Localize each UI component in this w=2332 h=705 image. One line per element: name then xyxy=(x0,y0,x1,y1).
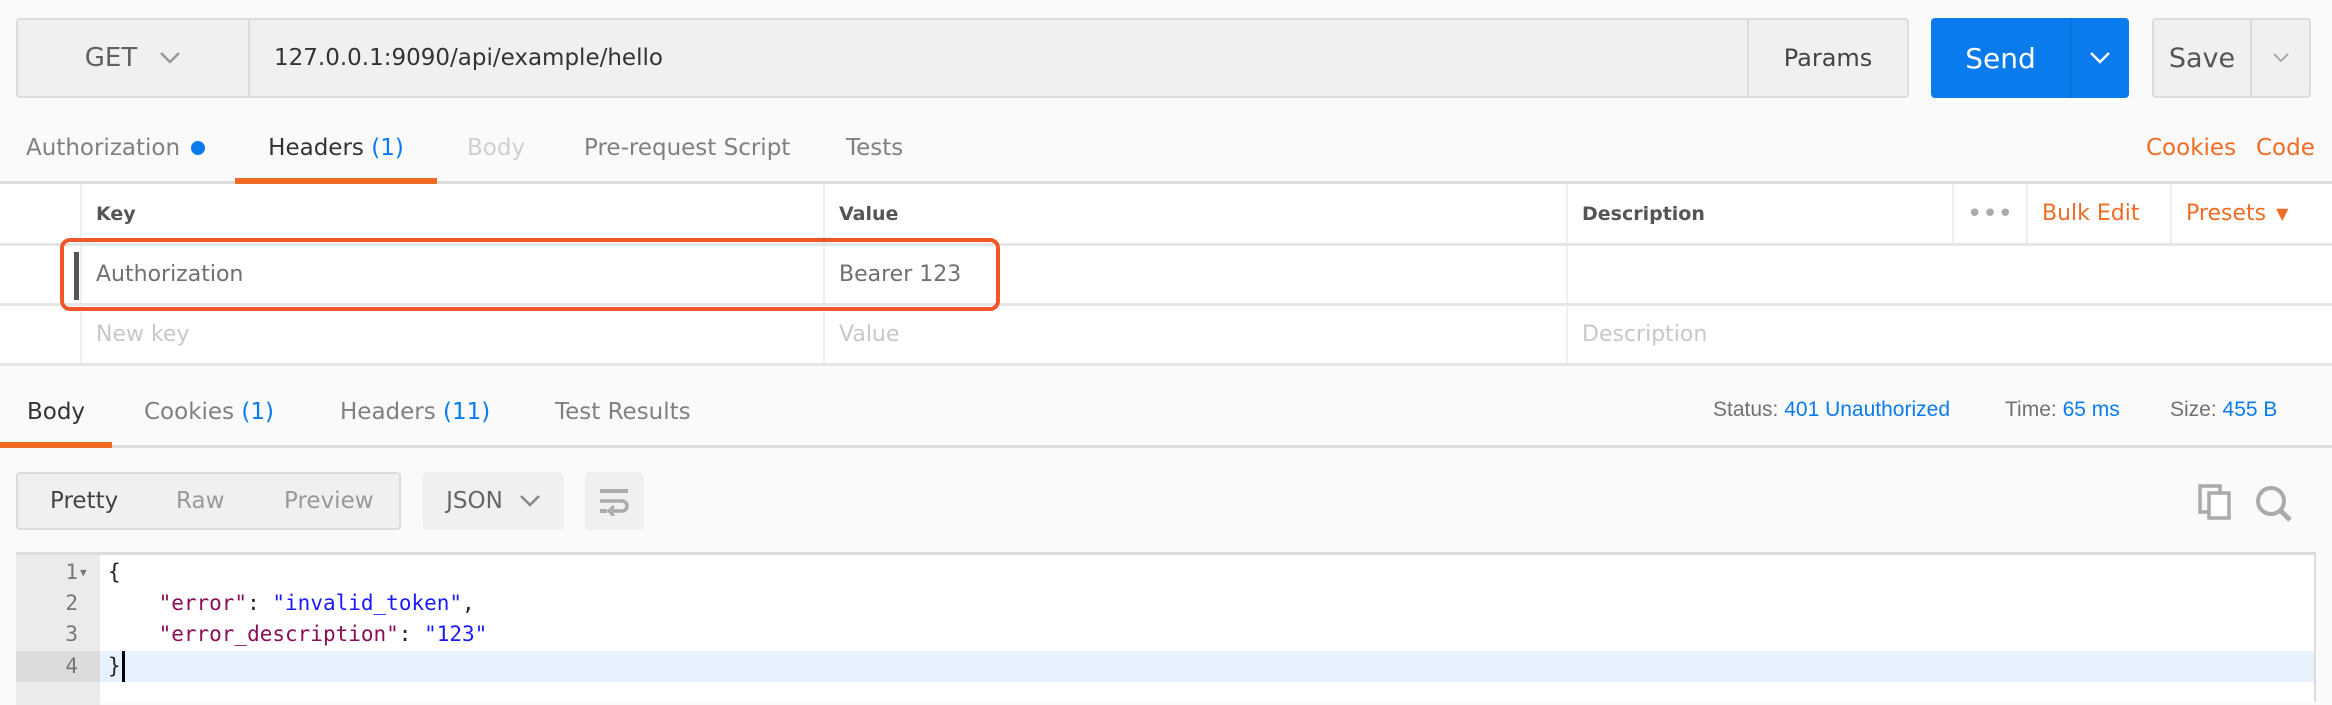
tab-response-cookies[interactable]: Cookies (1) xyxy=(144,384,274,445)
new-description-input[interactable]: Description xyxy=(1566,306,2332,363)
format-toggle: Pretty Raw Preview xyxy=(16,472,401,530)
time-value: 65 ms xyxy=(2062,398,2120,421)
chevron-down-icon xyxy=(160,52,181,64)
tab-label: Headers xyxy=(268,135,364,161)
json-key: "error_description" xyxy=(158,622,399,646)
response-body-editor[interactable]: 1 ▼ { 2 "error": "invalid_token", 3 "error… xyxy=(16,552,2316,705)
code-text: "error_description": "123" xyxy=(158,622,488,646)
code-line: 3 "error_description": "123" xyxy=(16,619,2314,650)
send-options-button[interactable] xyxy=(2070,18,2129,98)
search-icon[interactable] xyxy=(2254,484,2294,524)
save-button-group: Save xyxy=(2152,18,2311,98)
tab-label: Cookies xyxy=(144,399,235,425)
status-value: 401 Unauthorized xyxy=(1784,398,1951,421)
line-number: 3 xyxy=(65,622,78,646)
tab-response-headers[interactable]: Headers (11) xyxy=(340,384,490,445)
tab-count: (1) xyxy=(241,399,274,425)
header-description-input[interactable] xyxy=(1566,246,2332,303)
tab-count: (1) xyxy=(371,135,404,161)
tab-label: Authorization xyxy=(26,135,181,161)
pretty-button[interactable]: Pretty xyxy=(50,488,118,514)
size-label: Size: xyxy=(2170,398,2217,421)
presets-button[interactable]: Presets ▼ xyxy=(2170,184,2332,243)
line-number: 4 xyxy=(16,651,100,682)
code-line: 1 ▼ { xyxy=(16,557,2314,588)
json-key: "error" xyxy=(158,591,248,615)
time-label: Time: xyxy=(2005,398,2057,421)
code-line-active: 4} xyxy=(16,651,2314,682)
method-select[interactable]: GET xyxy=(18,20,250,96)
new-key-input[interactable]: New key xyxy=(80,306,823,363)
json-value: "123" xyxy=(424,622,488,646)
raw-button[interactable]: Raw xyxy=(176,488,224,514)
send-button-group: Send xyxy=(1931,18,2129,98)
caret-down-icon: ▼ xyxy=(2276,204,2289,223)
json-value: "invalid_token" xyxy=(272,591,463,615)
tab-body[interactable]: Body xyxy=(467,120,525,181)
table-header-row: Key Value Description ••• Bulk Edit Pres… xyxy=(0,184,2332,246)
code-text: "error": "invalid_token", xyxy=(158,591,475,615)
active-tab-indicator xyxy=(0,442,112,448)
copy-icon[interactable] xyxy=(2198,484,2232,520)
send-button[interactable]: Send xyxy=(1931,18,2070,98)
language-label: JSON xyxy=(446,488,503,514)
response-status: Status: 401 Unauthorized xyxy=(1713,398,1950,422)
table-row-new: New key Value Description xyxy=(0,306,2332,366)
fold-arrow-icon[interactable]: ▼ xyxy=(80,557,87,588)
url-bar: GET 127.0.0.1:9090/api/example/hello Par… xyxy=(16,18,1909,98)
request-tabs: Authorization Headers (1) Body Pre-reque… xyxy=(0,120,2332,184)
tab-response-body[interactable]: Body xyxy=(0,384,112,448)
code-text: { xyxy=(108,560,121,584)
size-value: 455 B xyxy=(2222,398,2278,421)
cookies-link[interactable]: Cookies xyxy=(2146,120,2236,181)
save-options-button[interactable] xyxy=(2250,20,2309,96)
language-select[interactable]: JSON xyxy=(423,472,564,530)
code-text: } xyxy=(108,651,125,682)
modified-dot-icon xyxy=(191,141,206,155)
tab-test-results[interactable]: Test Results xyxy=(555,384,691,445)
more-options-icon[interactable]: ••• xyxy=(1952,184,2026,243)
new-value-input[interactable]: Value xyxy=(823,306,1566,363)
url-input[interactable]: 127.0.0.1:9090/api/example/hello xyxy=(274,20,663,96)
tab-pre-request-script[interactable]: Pre-request Script xyxy=(584,120,790,181)
status-label: Status: xyxy=(1713,398,1779,421)
chevron-down-icon xyxy=(519,495,540,507)
wrap-icon xyxy=(599,489,629,516)
json-punct: , xyxy=(462,591,475,615)
line-number: 2 xyxy=(65,591,78,615)
preview-button[interactable]: Preview xyxy=(284,488,374,514)
code-line: 2 "error": "invalid_token", xyxy=(16,588,2314,619)
bulk-edit-button[interactable]: Bulk Edit xyxy=(2026,184,2170,243)
chevron-down-icon xyxy=(2090,52,2110,64)
tab-count: (11) xyxy=(443,399,491,425)
column-description: Description xyxy=(1566,184,1952,243)
save-button[interactable]: Save xyxy=(2154,20,2250,96)
chevron-down-icon xyxy=(2272,53,2289,63)
tab-authorization[interactable]: Authorization xyxy=(26,120,206,181)
response-time: Time: 65 ms xyxy=(2005,398,2120,422)
response-tabs: Body Cookies (1) Headers (11) Test Resul… xyxy=(0,384,2332,448)
tab-headers[interactable]: Headers (1) xyxy=(235,120,437,184)
tab-label: Body xyxy=(26,399,86,425)
tab-tests[interactable]: Tests xyxy=(846,120,903,181)
wrap-lines-button[interactable] xyxy=(585,472,644,530)
presets-label: Presets xyxy=(2186,201,2267,226)
response-size: Size: 455 B xyxy=(2170,398,2277,422)
highlight-annotation xyxy=(60,238,1000,311)
tab-label: Headers xyxy=(340,399,436,425)
method-label: GET xyxy=(84,43,138,73)
column-value: Value xyxy=(823,184,1566,243)
params-button[interactable]: Params xyxy=(1747,20,1907,96)
code-link[interactable]: Code xyxy=(2256,120,2315,181)
column-key: Key xyxy=(80,184,823,243)
line-number: 1 xyxy=(65,560,78,584)
